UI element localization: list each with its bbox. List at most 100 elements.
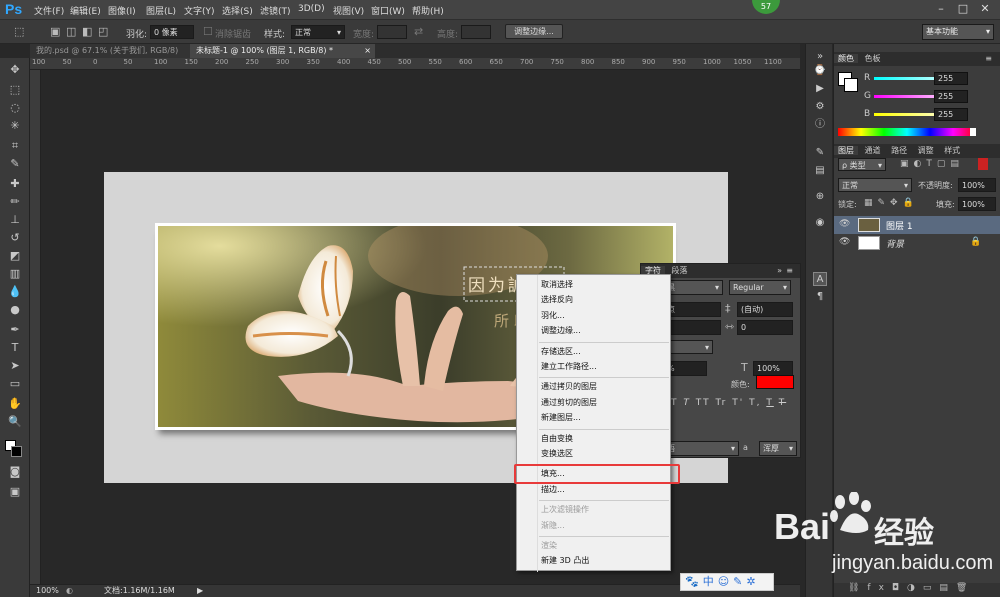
screen-mode-icon[interactable]: ▣ (6, 484, 24, 500)
all-caps-button[interactable]: TT (696, 398, 711, 408)
minimize-icon[interactable]: – (930, 1, 952, 17)
style-select[interactable]: 正常 ▾ (291, 25, 345, 39)
marquee-tool-icon[interactable]: ⬚ (14, 26, 24, 37)
tracking-input[interactable]: 0 (737, 320, 793, 335)
marquee-tool-icon[interactable]: ⬚ (6, 82, 24, 98)
horizontal-scale-input[interactable]: 100% (753, 361, 793, 376)
visibility-eye-icon[interactable]: 👁 (839, 219, 850, 229)
height-input[interactable] (461, 25, 491, 39)
small-caps-button[interactable]: Tr (715, 398, 727, 408)
path-select-icon[interactable]: ➤ (6, 358, 24, 374)
actions-panel-icon[interactable]: ▶ (813, 82, 827, 96)
workspace-select[interactable]: 基本功能 ▾ (922, 24, 994, 40)
gradient-tool-icon[interactable]: ▥ (6, 266, 24, 282)
menu-window[interactable]: 窗口(W) (371, 4, 405, 17)
blur-tool-icon[interactable]: 💧 (6, 284, 24, 300)
menu-select[interactable]: 选择(S) (222, 4, 253, 17)
menu-filter[interactable]: 滤镜(T) (260, 4, 291, 17)
shape-tool-icon[interactable]: ▭ (6, 376, 24, 392)
tab-paragraph[interactable]: 段落 (668, 266, 692, 275)
crop-tool-icon[interactable]: ⌗ (6, 138, 24, 154)
context-menu-item[interactable]: 新建图层... (541, 411, 581, 425)
tab-styles[interactable]: 样式 (940, 146, 964, 155)
context-menu-item[interactable]: 羽化... (541, 309, 565, 323)
panel-menu-icon[interactable]: ≡ (782, 264, 797, 278)
tab-adjustments[interactable]: 调整 (914, 146, 938, 155)
clone-stamp-icon[interactable]: ⊥ (6, 212, 24, 228)
strikethrough-button[interactable]: T (779, 398, 787, 408)
background-color-swatch[interactable] (11, 446, 22, 457)
opacity-input[interactable]: 100% (958, 178, 996, 192)
context-menu-item[interactable]: 存储选区... (541, 345, 581, 359)
tab-channels[interactable]: 通道 (861, 146, 885, 155)
channel-g-value[interactable]: 255 (934, 90, 968, 103)
filter-toggle[interactable] (978, 158, 988, 170)
eraser-tool-icon[interactable]: ◩ (6, 248, 24, 264)
tab-swatches[interactable]: 色板 (861, 54, 885, 63)
tab-paths[interactable]: 路径 (887, 146, 911, 155)
quick-mask-icon[interactable]: ◙ (6, 464, 24, 480)
underline-button[interactable]: T (766, 398, 774, 408)
info-panel-icon[interactable]: ⓘ (813, 118, 827, 132)
faux-italic-button[interactable]: T (683, 398, 691, 408)
maximize-icon[interactable]: □ (952, 1, 974, 17)
context-menu-item[interactable]: 通过拷贝的图层 (541, 380, 597, 394)
channel-r-value[interactable]: 255 (934, 72, 968, 85)
layer-filter-icons[interactable]: ▣◐T▢▤ (900, 160, 964, 169)
context-menu-item[interactable]: 选择反向 (541, 293, 573, 307)
close-tab-icon[interactable]: × (364, 44, 371, 58)
tab-my-psd[interactable]: 我的.psd @ 67.1% (关于我们, RGB/8) (30, 44, 190, 58)
move-tool-icon[interactable]: ✥ (6, 62, 24, 78)
text-color-swatch[interactable] (756, 375, 794, 389)
context-menu-item[interactable]: 通过剪切的图层 (541, 396, 597, 410)
lock-icons[interactable]: ▦✎✥🔒 (864, 199, 919, 208)
context-menu-item[interactable]: 建立工作路径... (541, 360, 597, 374)
healing-brush-icon[interactable]: ✚ (6, 176, 24, 192)
status-menu-icon[interactable]: ▶ (197, 585, 203, 597)
menu-edit[interactable]: 编辑(E) (70, 4, 101, 17)
type-tool-icon[interactable]: T (6, 340, 24, 356)
pen-icon[interactable]: ✎ (733, 575, 746, 588)
feather-input[interactable]: 0 像素 (150, 25, 194, 39)
close-icon[interactable]: ✕ (974, 1, 996, 17)
subtract-selection-icon[interactable]: ◧ (82, 26, 92, 37)
eyedropper-icon[interactable]: ✎ (6, 156, 24, 172)
fill-input[interactable]: 100% (958, 197, 996, 211)
visibility-eye-icon[interactable]: 👁 (839, 237, 850, 247)
context-menu-item[interactable]: 取消选择 (541, 278, 573, 292)
superscript-button[interactable]: T' (732, 398, 744, 408)
magic-wand-icon[interactable]: ✳ (6, 118, 24, 134)
ime-toolbar[interactable]: 🐾中☺✎✲ (680, 573, 774, 591)
context-menu-item[interactable]: 描边... (541, 483, 565, 497)
library-icon[interactable]: ◉ (813, 216, 827, 230)
collapse-panels-icon[interactable]: » (813, 50, 827, 64)
character-panel-icon[interactable]: A (813, 272, 827, 286)
ime-mode[interactable]: 中 (703, 575, 718, 588)
tab-color[interactable]: 颜色 (834, 54, 858, 63)
blend-mode-select[interactable]: 正常 ▾ (838, 178, 912, 192)
background-color-swatch[interactable] (844, 78, 858, 92)
history-panel-icon[interactable]: ⌚ (813, 64, 827, 78)
language-select[interactable]: 语 ▾ (663, 441, 739, 456)
white-swatch[interactable] (970, 128, 976, 136)
history-brush-icon[interactable]: ↺ (6, 230, 24, 246)
zoom-tool-icon[interactable]: 🔍 (6, 414, 24, 430)
layer-filter-select[interactable]: ρ 类型 ▾ (838, 158, 886, 171)
font-family-select[interactable]: 黑 ▾ (663, 280, 723, 295)
context-menu-item[interactable]: 变换选区 (541, 447, 573, 461)
font-style-select[interactable]: Regular ▾ (729, 280, 791, 295)
menu-3d[interactable]: 3D(D) (298, 4, 325, 14)
new-selection-icon[interactable]: ▣ (50, 26, 60, 37)
clone-source-icon[interactable]: ⊕ (813, 190, 827, 204)
tool-presets-icon[interactable]: ⚙ (813, 100, 827, 114)
menu-type[interactable]: 文字(Y) (184, 4, 215, 17)
context-menu-item[interactable]: 新建 3D 凸出 (541, 554, 589, 568)
brush-panel-icon[interactable]: ▤ (813, 164, 827, 178)
antialias-select[interactable]: 浑厚 ▾ (759, 441, 797, 456)
lasso-tool-icon[interactable]: ◌ (6, 100, 24, 116)
menu-file[interactable]: 文件(F) (34, 4, 64, 17)
brush-presets-icon[interactable]: ✎ (813, 146, 827, 160)
refine-edge-button[interactable]: 调整边缘... (505, 24, 563, 39)
menu-layer[interactable]: 图层(L) (146, 4, 176, 17)
hand-tool-icon[interactable]: ✋ (6, 396, 24, 412)
